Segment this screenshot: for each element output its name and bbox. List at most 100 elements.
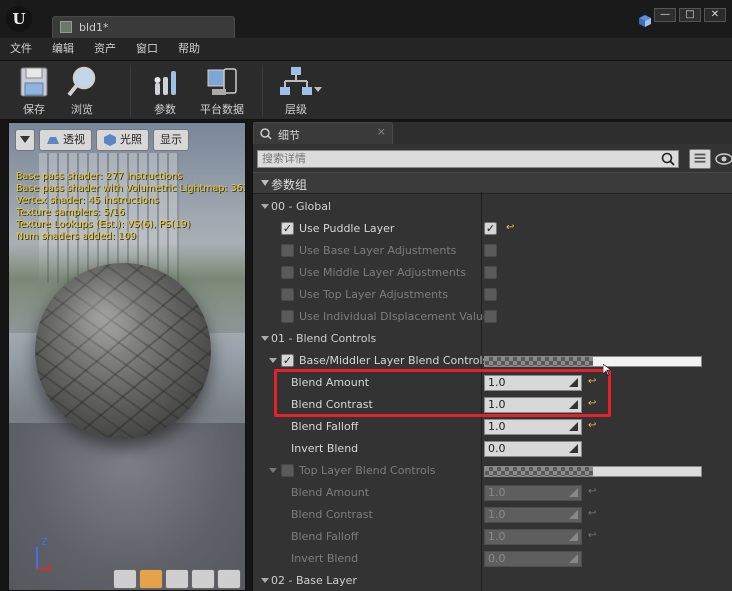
perspective-button[interactable]: 透视 — [39, 129, 92, 151]
name-cell: Blend Falloff — [253, 526, 481, 548]
menu-edit[interactable]: 编辑 — [42, 38, 84, 60]
reset-to-default-icon[interactable]: ↩ — [506, 223, 516, 233]
expand-arrow-icon — [569, 488, 578, 497]
reset-to-default-icon[interactable]: ↩ — [588, 421, 598, 431]
expand-arrow-icon — [569, 400, 578, 409]
platform-stats-button[interactable]: 平台数据 — [194, 63, 250, 119]
param-override-checkbox[interactable] — [281, 310, 294, 323]
menu-asset[interactable]: 资产 — [84, 38, 126, 60]
name-cell: Blend Contrast — [253, 504, 481, 526]
reset-to-default-icon[interactable]: ↩ — [588, 377, 598, 387]
param-override-checkbox[interactable]: ✓ — [281, 222, 294, 235]
blend-contrast-input[interactable]: 1.0 — [484, 397, 582, 413]
cylinder-shape-button[interactable] — [113, 569, 137, 589]
param-label: Invert Blend — [291, 552, 359, 565]
param-override-checkbox[interactable] — [281, 244, 294, 257]
axis-z-label: Z — [41, 537, 48, 548]
tab-close-icon[interactable]: × — [377, 125, 386, 138]
details-tab[interactable]: 细节 × — [253, 122, 393, 144]
param-value-checkbox[interactable]: ✓ — [484, 222, 497, 235]
expand-arrow-icon[interactable] — [269, 358, 277, 363]
cube-shape-button[interactable] — [191, 569, 215, 589]
menu-file[interactable]: 文件 — [0, 38, 42, 60]
sphere-shape-button[interactable] — [139, 569, 163, 589]
name-cell: Invert Blend — [253, 548, 481, 570]
custom-mesh-button[interactable] — [217, 569, 241, 589]
param-override-checkbox[interactable] — [281, 464, 294, 477]
material-instance-icon — [60, 21, 72, 33]
close-button[interactable]: ✕ — [704, 8, 726, 22]
name-cell: Invert Blend — [253, 438, 481, 460]
param-row-use-individual-displacement: Use Individual DIsplacement Values — [253, 306, 732, 328]
name-cell: ✓ Base/Middler Layer Blend Controls — [253, 350, 488, 372]
document-tab[interactable]: bld1* — [52, 16, 235, 38]
search-details-input[interactable] — [257, 150, 679, 168]
param-label: Blend Falloff — [291, 530, 359, 543]
magnifier-icon — [67, 66, 96, 97]
reset-to-default-icon: ↩ — [588, 530, 597, 541]
value-cell — [482, 284, 732, 306]
channel-mask-bar[interactable] — [484, 356, 702, 367]
value-cell: 0.0 — [482, 438, 732, 460]
expand-arrow-icon — [261, 204, 269, 209]
input-value: 0.0 — [488, 442, 506, 455]
param-override-checkbox[interactable] — [281, 266, 294, 279]
minimize-button[interactable]: — — [654, 8, 676, 22]
browse-button[interactable]: 浏览 — [60, 63, 104, 119]
name-cell: ✓ Use Puddle Layer — [253, 218, 481, 240]
reset-to-default-icon: ↩ — [588, 508, 597, 519]
viewport-options-dropdown[interactable] — [15, 129, 35, 151]
value-cell: 0.0 — [482, 548, 732, 570]
eye-icon[interactable] — [715, 152, 732, 166]
group-blend-controls[interactable]: 01 - Blend Controls — [253, 328, 732, 350]
chevron-down-icon — [20, 136, 30, 143]
expand-arrow-icon[interactable] — [269, 468, 277, 473]
param-override-checkbox[interactable]: ✓ — [281, 354, 294, 367]
value-cell: 1.0 ↩ — [482, 504, 732, 526]
group-label: 02 - Base Layer — [271, 574, 357, 587]
menu-window[interactable]: 窗口 — [126, 38, 168, 60]
show-label: 显示 — [160, 133, 182, 146]
maximize-button[interactable]: □ — [679, 8, 701, 22]
input-value: 1.0 — [488, 486, 506, 499]
show-button[interactable]: 显示 — [153, 129, 189, 151]
stat-line: Texture Lookups (Est.): VS(6), PS(19) — [16, 219, 191, 230]
dropdown-arrow-icon[interactable] — [314, 87, 322, 93]
param-label: Base/Middler Layer Blend Controls — [299, 354, 489, 367]
group-base-layer[interactable]: 02 - Base Layer — [253, 570, 732, 591]
material-preview-viewport[interactable]: 透视 光照 显示 Base pass shader: 277 instructi… — [8, 122, 246, 591]
params-icon — [154, 71, 176, 95]
invert-blend-input[interactable]: 0.0 — [484, 441, 582, 457]
params-button[interactable]: 参数 — [143, 63, 187, 119]
save-button[interactable]: 保存 — [12, 63, 56, 119]
param-row-top-layer-blend-controls: Top Layer Blend Controls — [253, 460, 732, 482]
group-global[interactable]: 00 - Global — [253, 196, 732, 218]
preview-sphere — [35, 263, 211, 439]
param-override-checkbox[interactable] — [281, 288, 294, 301]
cube-icon[interactable] — [638, 14, 652, 28]
menu-help[interactable]: 帮助 — [168, 38, 210, 60]
blend-amount-input[interactable]: 1.0 — [484, 375, 582, 391]
name-cell: Blend Contrast — [253, 394, 481, 416]
name-cell: Use Base Layer Adjustments — [253, 240, 481, 262]
expand-arrow-icon — [569, 378, 578, 387]
reset-to-default-icon[interactable]: ↩ — [588, 399, 598, 409]
view-options-button[interactable] — [689, 149, 711, 169]
param-row-top-invert-blend: Invert Blend 0.0 — [253, 548, 732, 570]
parameter-groups-category[interactable]: 参数组 — [253, 172, 732, 194]
param-row-use-base-layer-adjustments: Use Base Layer Adjustments — [253, 240, 732, 262]
expand-arrow-icon — [261, 578, 269, 583]
details-tab-label: 细节 — [278, 129, 300, 142]
stat-line: Texture samplers: 5/16 — [16, 207, 125, 218]
lighting-button[interactable]: 光照 — [96, 129, 149, 151]
param-value-checkbox — [484, 310, 497, 323]
alpha-checker — [485, 357, 593, 366]
save-label: 保存 — [23, 103, 45, 116]
top-invert-blend-input: 0.0 — [484, 551, 582, 567]
plane-shape-button[interactable] — [165, 569, 189, 589]
param-row-base-middle-blend-controls: ✓ Base/Middler Layer Blend Controls — [253, 350, 732, 372]
blend-falloff-input[interactable]: 1.0 — [484, 419, 582, 435]
param-row-top-blend-falloff: Blend Falloff 1.0 ↩ — [253, 526, 732, 548]
hierarchy-icon — [280, 67, 312, 95]
param-row-blend-contrast: Blend Contrast 1.0 ↩ — [253, 394, 732, 416]
